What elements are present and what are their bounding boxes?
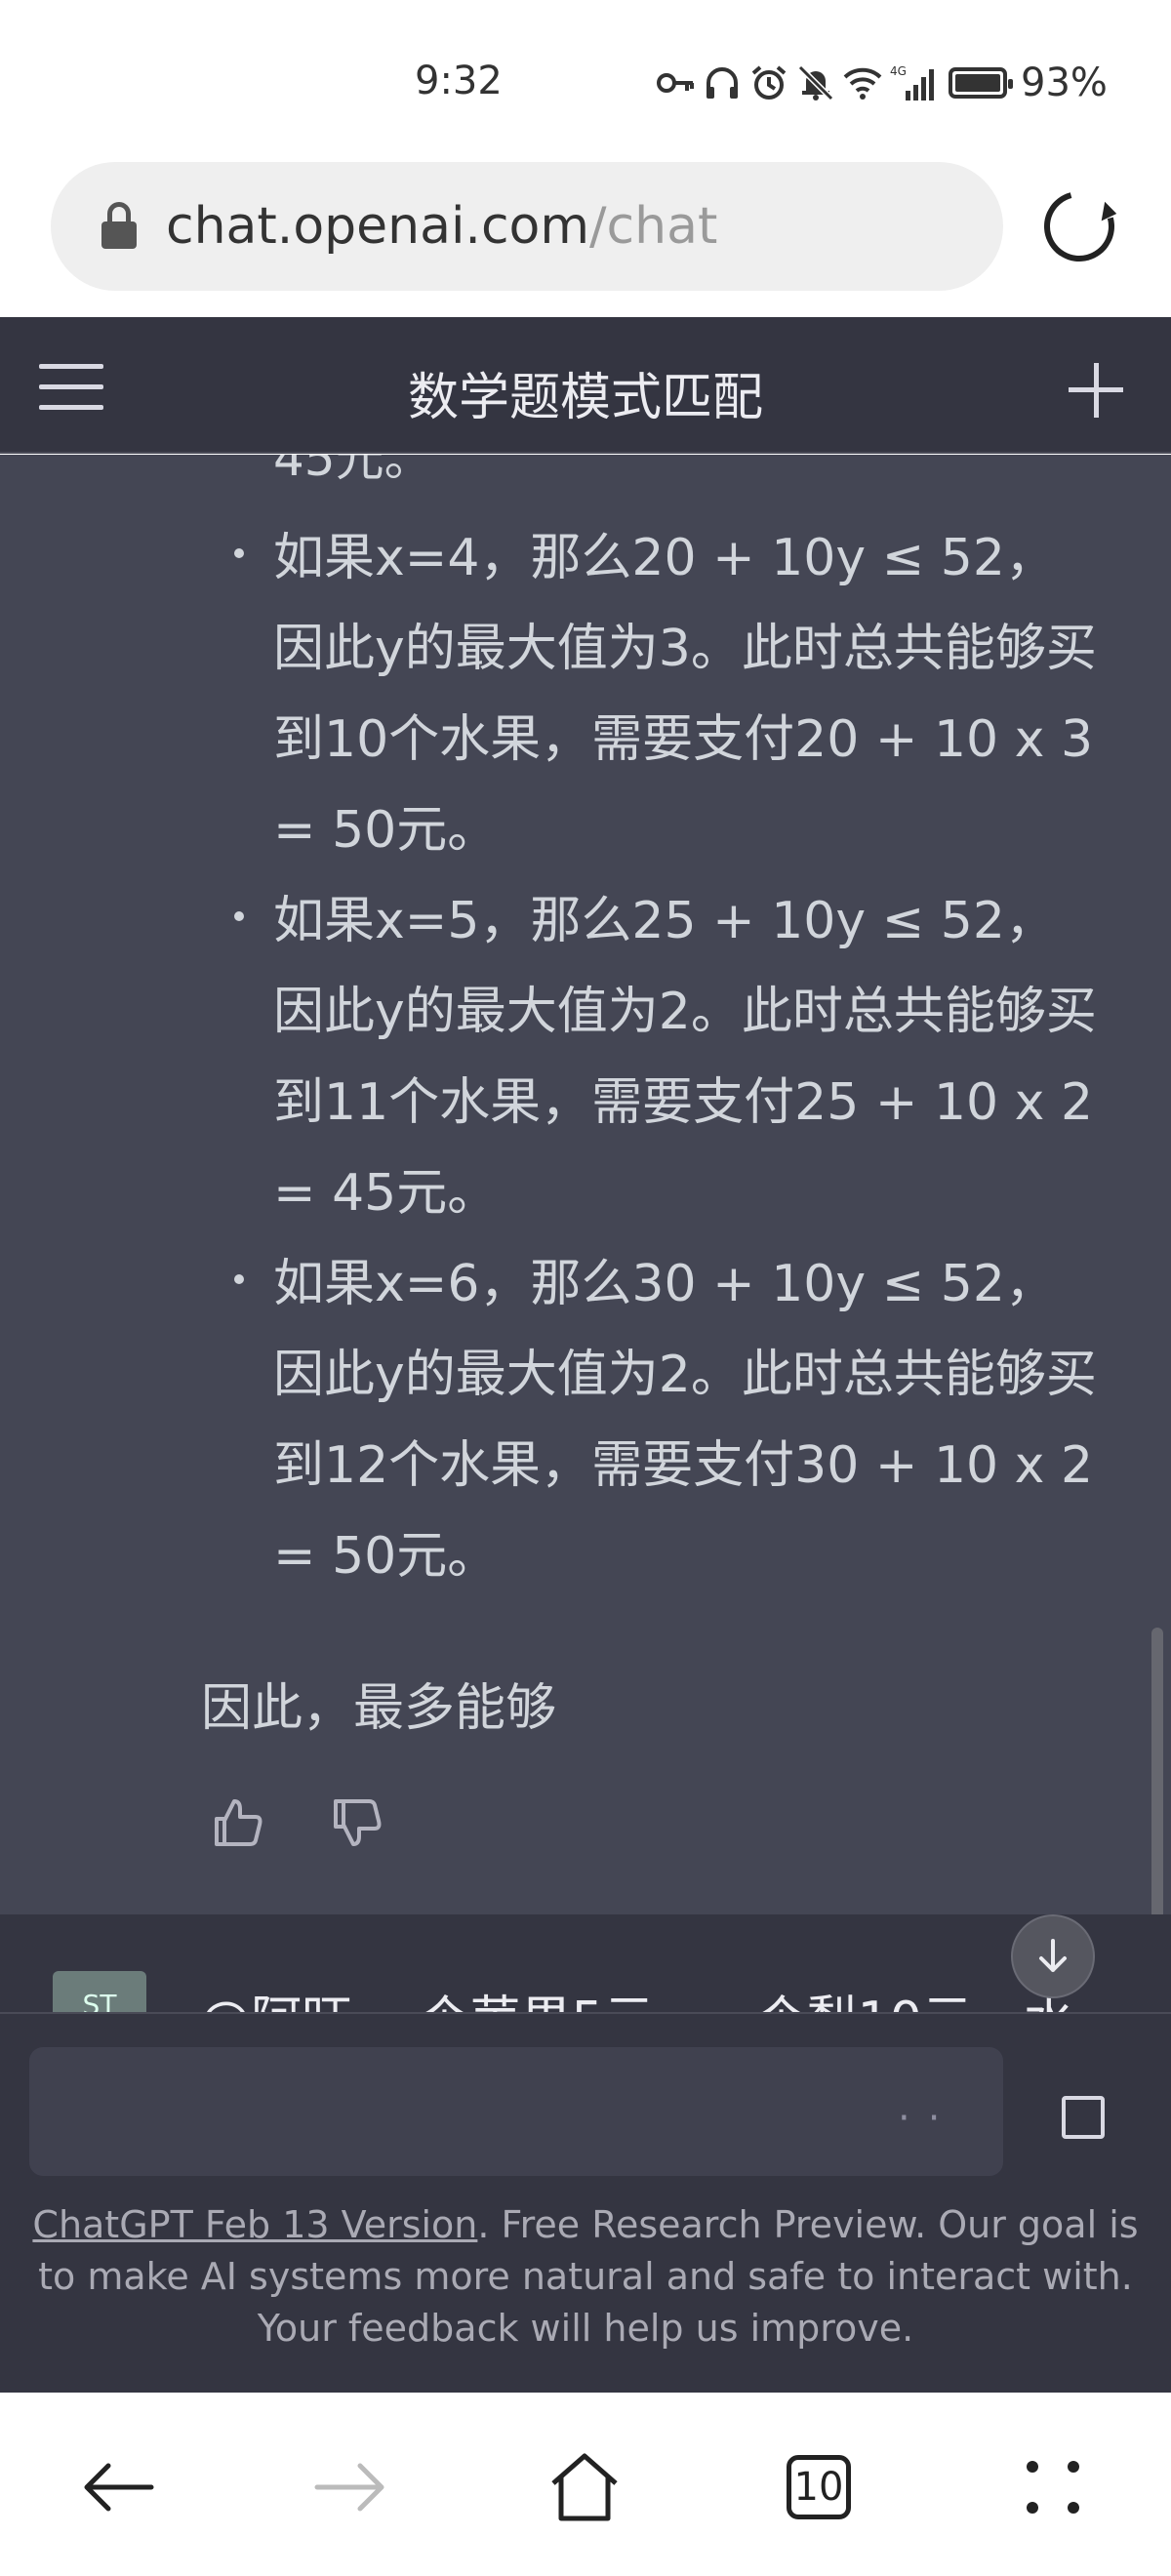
list-item: 如果x=5，那么25 + 10y ≤ 52，因此y的最大值为2。此时总共能够买到… — [224, 876, 1103, 1239]
user-message-text: @阿旺 一个苹果5元，一个梨10元，水 — [200, 1979, 1074, 2012]
url-host: chat.openai.com — [166, 197, 590, 256]
status-time: 9:32 — [415, 59, 503, 103]
arrow-right-icon — [314, 2463, 384, 2512]
signal-icon: 4G — [890, 63, 941, 102]
tab-count: 10 — [787, 2455, 851, 2519]
status-bar: 9:32 4G 93% — [0, 0, 1171, 156]
more-menu-button[interactable] — [1009, 2443, 1097, 2531]
thumbs-up-icon[interactable] — [211, 1795, 265, 1850]
forward-button[interactable] — [306, 2443, 394, 2531]
home-button[interactable] — [541, 2443, 628, 2531]
list-item: 如果x=6，那么30 + 10y ≤ 52，因此y的最大值为2。此时总共能够买到… — [224, 1239, 1103, 1602]
answer-bullet-list: 如果x=4，那么20 + 10y ≤ 52，因此y的最大值为3。此时总共能够买到… — [224, 513, 1103, 1602]
address-bar[interactable]: chat.openai.com/chat — [51, 162, 1003, 291]
more-dots-icon — [1027, 2461, 1079, 2514]
chat-header: 数学题模式匹配 — [0, 317, 1171, 454]
lock-icon — [100, 202, 139, 251]
message-input[interactable]: ·· — [29, 2047, 1003, 2176]
conversation-title: 数学题模式匹配 — [407, 369, 763, 427]
mute-bell-icon — [796, 63, 835, 102]
arrow-left-icon — [84, 2463, 154, 2512]
battery-percentage: 93% — [1021, 60, 1108, 105]
arrow-down-icon — [1039, 1939, 1067, 1972]
new-chat-icon-vertical[interactable] — [1094, 363, 1099, 418]
home-icon — [551, 2453, 618, 2521]
url-path: /chat — [589, 197, 718, 256]
partial-text-line: 45元。 — [273, 455, 433, 487]
tabs-button[interactable]: 10 — [775, 2443, 863, 2531]
battery-icon — [949, 67, 1013, 99]
avatar: ST — [53, 1971, 146, 2012]
reload-icon[interactable] — [1030, 178, 1128, 275]
alarm-icon — [749, 63, 788, 102]
status-icons: 4G 93% — [656, 60, 1108, 105]
typing-indicator: ·· — [898, 2096, 958, 2141]
disclaimer: ChatGPT Feb 13 Version. Free Research Pr… — [29, 2199, 1142, 2355]
version-link[interactable]: ChatGPT Feb 13 Version — [32, 2203, 477, 2246]
url-text[interactable]: chat.openai.com/chat — [166, 197, 717, 256]
scroll-to-bottom-button[interactable] — [1011, 1914, 1095, 1998]
list-item: 如果x=4，那么20 + 10y ≤ 52，因此y的最大值为3。此时总共能够买到… — [224, 513, 1103, 876]
key-icon — [656, 63, 695, 102]
back-button[interactable] — [74, 2443, 162, 2531]
network-type: 4G — [890, 64, 907, 78]
chat-message-area[interactable]: 45元。 如果x=4，那么20 + 10y ≤ 52，因此y的最大值为3。此时总… — [0, 455, 1171, 1916]
thumbs-down-icon[interactable] — [330, 1795, 384, 1850]
composer: ·· ChatGPT Feb 13 Version. Free Research… — [0, 2012, 1171, 2393]
scrollbar[interactable] — [1151, 1628, 1163, 1916]
answer-conclusion: 因此，最多能够 — [201, 1679, 557, 1738]
wifi-icon — [843, 63, 882, 102]
headphones-icon — [703, 63, 742, 102]
user-message: ST @阿旺 一个苹果5元，一个梨10元，水 — [0, 1914, 1171, 2012]
stop-generating-icon[interactable] — [1062, 2096, 1105, 2139]
browser-toolbar: 10 — [0, 2393, 1171, 2576]
